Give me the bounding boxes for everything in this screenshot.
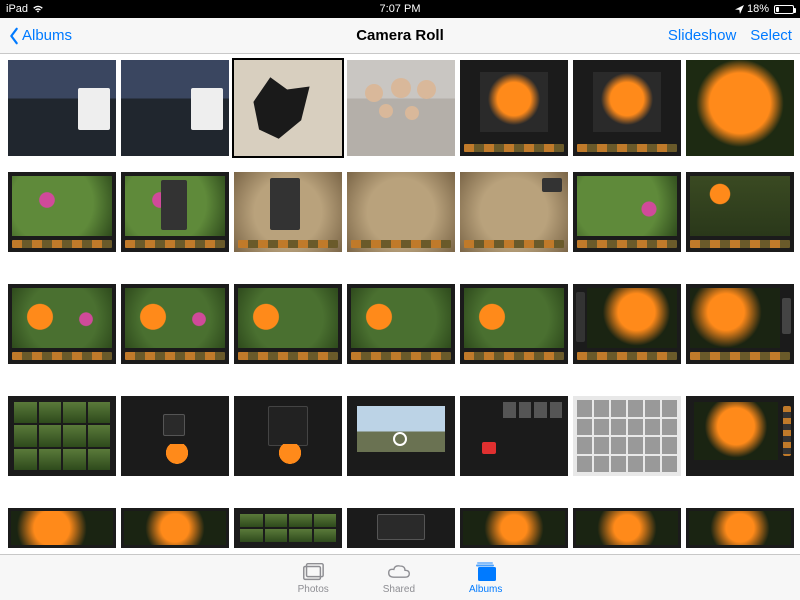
thumbnail[interactable]	[460, 172, 568, 252]
thumbnail[interactable]	[234, 284, 342, 364]
thumbnail[interactable]	[121, 396, 229, 476]
tab-albums[interactable]: Albums	[469, 561, 502, 595]
thumbnail[interactable]	[686, 396, 794, 476]
cloud-icon	[387, 561, 411, 583]
tab-photos[interactable]: Photos	[298, 561, 329, 595]
thumbnail[interactable]	[460, 60, 568, 156]
thumbnail[interactable]	[347, 60, 455, 156]
thumbnail[interactable]	[347, 396, 455, 476]
thumbnail[interactable]	[573, 60, 681, 156]
back-label: Albums	[22, 27, 72, 44]
thumbnail[interactable]	[347, 284, 455, 364]
battery-icon	[772, 5, 794, 14]
thumbnail[interactable]	[234, 172, 342, 252]
thumbnail[interactable]	[573, 172, 681, 252]
thumbnail[interactable]	[121, 284, 229, 364]
device-label: iPad	[6, 3, 28, 15]
tab-label: Photos	[298, 584, 329, 595]
thumbnail[interactable]	[121, 508, 229, 548]
thumbnail[interactable]	[234, 60, 342, 156]
thumbnail[interactable]	[121, 172, 229, 252]
thumbnail[interactable]	[347, 172, 455, 252]
thumbnail[interactable]	[573, 508, 681, 548]
photos-icon	[301, 561, 325, 583]
thumbnail[interactable]	[347, 508, 455, 548]
thumbnail[interactable]	[686, 172, 794, 252]
tab-label: Shared	[383, 584, 415, 595]
thumbnail[interactable]	[8, 60, 116, 156]
wifi-icon	[32, 4, 44, 14]
thumbnail[interactable]	[460, 508, 568, 548]
tab-shared[interactable]: Shared	[383, 561, 415, 595]
status-bar: iPad 7:07 PM 18%	[0, 0, 800, 18]
thumbnail[interactable]	[686, 60, 794, 156]
thumbnail[interactable]	[573, 396, 681, 476]
thumbnail[interactable]	[121, 60, 229, 156]
thumbnail[interactable]	[234, 508, 342, 548]
thumbnail[interactable]	[686, 508, 794, 548]
slideshow-button[interactable]: Slideshow	[668, 27, 736, 44]
back-button[interactable]: Albums	[8, 27, 72, 45]
tab-bar: Photos Shared Albums	[0, 554, 800, 600]
photo-grid-scroll[interactable]	[0, 54, 800, 554]
page-title: Camera Roll	[269, 27, 530, 44]
status-left: iPad	[6, 3, 269, 15]
thumbnail[interactable]	[8, 172, 116, 252]
photo-grid	[8, 60, 800, 554]
location-icon	[735, 5, 744, 14]
thumbnail[interactable]	[573, 284, 681, 364]
thumbnail[interactable]	[8, 508, 116, 548]
status-right: 18%	[531, 3, 794, 15]
select-button[interactable]: Select	[750, 27, 792, 44]
tab-label: Albums	[469, 584, 502, 595]
status-time: 7:07 PM	[269, 3, 532, 15]
thumbnail[interactable]	[234, 396, 342, 476]
thumbnail[interactable]	[8, 284, 116, 364]
thumbnail[interactable]	[8, 396, 116, 476]
thumbnail[interactable]	[460, 396, 568, 476]
chevron-left-icon	[8, 27, 20, 45]
thumbnail[interactable]	[686, 284, 794, 364]
thumbnail[interactable]	[460, 284, 568, 364]
albums-icon	[474, 561, 498, 583]
battery-percent: 18%	[747, 3, 769, 15]
nav-bar: Albums Camera Roll Slideshow Select	[0, 18, 800, 54]
